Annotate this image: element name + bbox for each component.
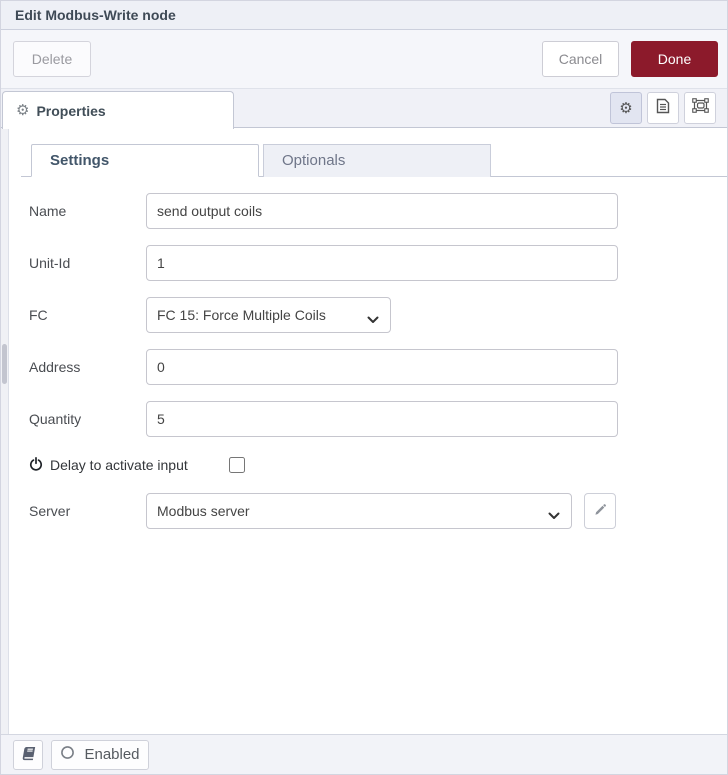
name-row: Name (29, 193, 727, 229)
quantity-label: Quantity (29, 411, 82, 427)
edit-server-button[interactable] (584, 493, 616, 529)
quantity-row: Quantity (29, 401, 727, 437)
dialog-title: Edit Modbus-Write node (15, 7, 176, 23)
server-label: Server (29, 503, 71, 519)
settings-form: Name Unit-Id FC FC 15: Force Multiple Co… (10, 177, 727, 529)
editor-tab-icons: ⚙ (610, 92, 716, 124)
delete-button[interactable]: Delete (13, 41, 91, 77)
server-select[interactable]: Modbus server (146, 493, 572, 529)
fc-row: FC FC 15: Force Multiple Coils (29, 297, 727, 333)
cancel-button[interactable]: Cancel (542, 41, 619, 77)
properties-panel: Settings Optionals Name Unit-Id FC FC 1 (1, 128, 727, 736)
scrollbar[interactable] (1, 128, 9, 736)
delay-label: Delay to activate input (29, 456, 229, 474)
pencil-icon (593, 503, 607, 520)
scrollbar-thumb[interactable] (2, 344, 7, 384)
appearance-button[interactable] (684, 92, 716, 124)
gear-icon: ⚙ (16, 102, 30, 119)
tab-optionals[interactable]: Optionals (263, 144, 491, 177)
book-icon (19, 746, 37, 764)
tab-properties-label: Properties (36, 102, 106, 119)
tab-properties[interactable]: ⚙ Properties (2, 91, 234, 129)
properties-gear-button[interactable]: ⚙ (610, 92, 642, 124)
name-input[interactable] (146, 193, 618, 229)
status-circle-icon (60, 745, 75, 764)
dialog-header: Edit Modbus-Write node (1, 1, 727, 30)
settings-tab-bar: Settings Optionals (21, 144, 727, 177)
enabled-toggle-button[interactable]: Enabled (51, 739, 149, 770)
node-help-button[interactable] (13, 739, 43, 770)
delay-checkbox[interactable] (229, 457, 245, 473)
unit-id-row: Unit-Id (29, 245, 727, 281)
name-label: Name (29, 203, 67, 219)
enabled-label: Enabled (84, 746, 140, 763)
tab-settings[interactable]: Settings (31, 144, 259, 177)
power-icon (29, 456, 43, 474)
address-input[interactable] (146, 349, 618, 385)
gear-icon: ⚙ (619, 99, 633, 117)
done-button[interactable]: Done (631, 41, 718, 77)
dialog-button-bar: Delete Cancel Done (1, 30, 727, 89)
unit-id-input[interactable] (146, 245, 618, 281)
unit-id-label: Unit-Id (29, 255, 71, 271)
dialog-footer: Enabled (1, 734, 727, 774)
delay-row: Delay to activate input (29, 453, 727, 477)
fc-label: FC (29, 307, 48, 323)
description-button[interactable] (647, 92, 679, 124)
address-row: Address (29, 349, 727, 385)
document-icon (656, 98, 670, 119)
editor-tab-bar: ⚙ Properties ⚙ (1, 89, 727, 129)
fc-select[interactable]: FC 15: Force Multiple Coils (146, 297, 391, 333)
appearance-icon (691, 98, 709, 118)
address-label: Address (29, 359, 81, 375)
quantity-input[interactable] (146, 401, 618, 437)
edit-node-dialog: Edit Modbus-Write node Delete Cancel Don… (0, 0, 728, 775)
delay-label-text: Delay to activate input (50, 457, 188, 473)
server-row: Server Modbus server (29, 493, 727, 529)
